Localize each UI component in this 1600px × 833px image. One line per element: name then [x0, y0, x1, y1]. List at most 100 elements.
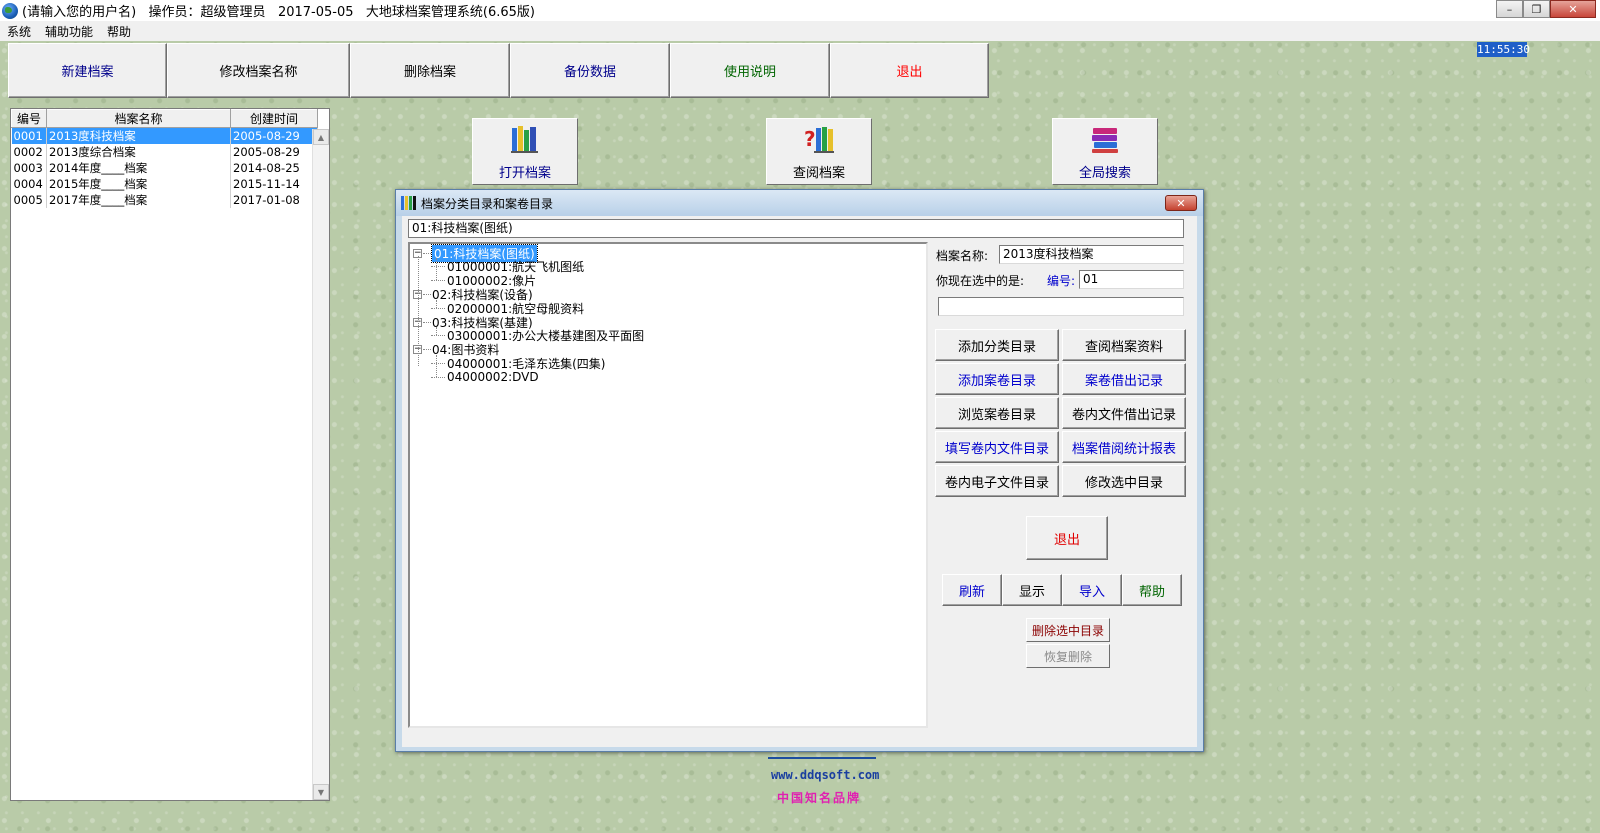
table-cell-id: 0001 [11, 127, 47, 144]
maximize-button[interactable]: ❐ [1523, 0, 1550, 18]
menu-help[interactable]: 帮助 [100, 23, 138, 40]
tree-connector [431, 376, 445, 378]
tree-connector [423, 252, 431, 254]
global-search-button[interactable]: 全局搜索 [1052, 118, 1158, 185]
rename-archive-button[interactable]: 修改档案名称 [167, 43, 350, 98]
electronic-file-catalog-button[interactable]: 卷内电子文件目录 [935, 465, 1059, 497]
tree-guide-line [418, 256, 419, 366]
close-button[interactable]: ✕ [1550, 0, 1596, 18]
path-field[interactable]: 01:科技档案(图纸) [408, 219, 1184, 238]
books-small-icon [401, 196, 417, 210]
file-loan-record-button[interactable]: 卷内文件借出记录 [1062, 397, 1186, 429]
table-cell-date: 2005-08-29 [230, 127, 318, 144]
view-archive-button[interactable]: ? 查阅档案 [766, 118, 872, 185]
archive-list[interactable]: 编号 档案名称 创建时间 0001 2013度科技档案 2005-08-29 0002… [10, 108, 330, 801]
svg-text:?: ? [804, 127, 816, 151]
selected-name-field[interactable] [938, 297, 1184, 316]
tree-guide-line [436, 327, 437, 335]
column-header-id[interactable]: 编号 [11, 109, 47, 128]
dialog-title: 档案分类目录和案卷目录 [421, 196, 554, 211]
tree-connector [431, 266, 445, 268]
window-title: (请输入您的用户名) 操作员：超级管理员 2017-05-05 大地球档案管理系… [22, 5, 535, 20]
table-cell-date: 2017-01-08 [230, 192, 318, 208]
table-cell-date: 2014-08-25 [230, 160, 318, 176]
table-row[interactable]: 0003 2014年度____档案 2014-08-25 [11, 160, 318, 176]
minimize-button[interactable]: – [1496, 0, 1523, 18]
dialog-close-button[interactable]: ✕ [1165, 195, 1197, 211]
table-row[interactable]: 0002 2013度综合档案 2005-08-29 [11, 144, 318, 160]
column-header-name[interactable]: 档案名称 [46, 109, 231, 128]
add-category-button[interactable]: 添加分类目录 [935, 329, 1059, 361]
tree-connector [431, 335, 445, 337]
table-cell-date: 2015-11-14 [230, 176, 318, 192]
exit-button[interactable]: 退出 [830, 43, 989, 98]
help-button[interactable]: 帮助 [1122, 574, 1182, 606]
volume-loan-record-button[interactable]: 案卷借出记录 [1062, 363, 1186, 395]
archive-table: 编号 档案名称 创建时间 0001 2013度科技档案 2005-08-29 0002… [11, 109, 318, 208]
open-archive-button[interactable]: 打开档案 [472, 118, 578, 185]
refresh-button[interactable]: 刷新 [942, 574, 1002, 606]
tree-connector [431, 362, 445, 364]
table-cell-name: 2015年度____档案 [46, 176, 231, 192]
menu-system[interactable]: 系统 [0, 23, 38, 40]
action-button-grid: 添加分类目录 查阅档案资料 添加案卷目录 案卷借出记录 浏览案卷目录 卷内文件借… [935, 329, 1187, 501]
table-row[interactable]: 0005 2017年度____档案 2017-01-08 [11, 192, 318, 208]
table-row[interactable]: 0004 2015年度____档案 2015-11-14 [11, 176, 318, 192]
restore-delete-button[interactable]: 恢复删除 [1026, 644, 1110, 668]
footer-divider [768, 757, 876, 759]
loan-statistics-button[interactable]: 档案借阅统计报表 [1062, 431, 1186, 463]
tree-node-volume[interactable]: 04000002:DVD [431, 370, 539, 384]
tree-guide-line [436, 258, 437, 280]
user-guide-button[interactable]: 使用说明 [670, 43, 830, 98]
stacked-books-icon [1092, 128, 1118, 153]
tree-node-volume[interactable]: 04000001:毛泽东选集(四集) [431, 356, 606, 371]
tree-guide-line [436, 355, 437, 377]
delete-selected-button[interactable]: 删除选中目录 [1026, 618, 1110, 642]
tree-connector [423, 293, 431, 295]
table-header: 编号 档案名称 创建时间 [11, 109, 318, 128]
browse-volume-button[interactable]: 浏览案卷目录 [935, 397, 1059, 429]
category-tree[interactable]: −01:科技档案(图纸) 01000001:航天飞机图纸 01000002:像片 −0… [408, 242, 928, 728]
fill-file-catalog-button[interactable]: 填写卷内文件目录 [935, 431, 1059, 463]
table-cell-id: 0003 [11, 160, 47, 176]
table-cell-id: 0002 [11, 144, 47, 160]
display-button[interactable]: 显示 [1002, 574, 1062, 606]
scroll-up-arrow-icon[interactable]: ▲ [313, 129, 329, 145]
column-header-date[interactable]: 创建时间 [230, 109, 318, 128]
new-archive-button[interactable]: 新建档案 [8, 43, 167, 98]
selected-label: 你现在选中的是: [936, 274, 1025, 288]
delete-archive-button[interactable]: 删除档案 [350, 43, 510, 98]
view-archive-label: 查阅档案 [792, 166, 845, 181]
small-button-row: 刷新 显示 导入 帮助 [942, 574, 1182, 608]
scroll-down-arrow-icon[interactable]: ▼ [313, 784, 329, 800]
dialog-exit-button[interactable]: 退出 [1026, 516, 1108, 560]
tree-connector [423, 321, 431, 323]
menu-tools[interactable]: 辅助功能 [38, 23, 100, 40]
main-toolbar: 新建档案 修改档案名称 删除档案 备份数据 使用说明 退出 [8, 43, 989, 98]
table-cell-name: 2014年度____档案 [46, 160, 231, 176]
footer-url: www.ddqsoft.com [771, 768, 880, 782]
window-controls: – ❐ ✕ [1496, 0, 1596, 18]
add-volume-button[interactable]: 添加案卷目录 [935, 363, 1059, 395]
table-row[interactable]: 0001 2013度科技档案 2005-08-29 [11, 127, 318, 144]
edit-selected-button[interactable]: 修改选中目录 [1062, 465, 1186, 497]
dialog-titlebar: 档案分类目录和案卷目录 [396, 190, 1203, 216]
view-archive-data-button[interactable]: 查阅档案资料 [1062, 329, 1186, 361]
global-search-label: 全局搜索 [1078, 166, 1131, 181]
footer-brand: 中国知名品牌 [777, 791, 862, 805]
archive-name-field[interactable]: 2013度科技档案 [999, 245, 1184, 264]
archive-list-scrollbar[interactable]: ▲ ▼ [312, 129, 329, 800]
table-cell-date: 2005-08-29 [230, 144, 318, 160]
import-button[interactable]: 导入 [1062, 574, 1122, 606]
table-cell-name: 2013度综合档案 [46, 144, 231, 160]
open-archive-label: 打开档案 [498, 166, 551, 181]
globe-app-icon [2, 2, 18, 19]
code-field[interactable]: 01 [1079, 270, 1184, 289]
tree-connector [423, 349, 431, 351]
table-cell-name: 2013度科技档案 [46, 127, 231, 144]
code-label: 编号: [1047, 274, 1076, 288]
tree-guide-line [436, 300, 437, 308]
table-cell-id: 0004 [11, 176, 47, 192]
backup-data-button[interactable]: 备份数据 [510, 43, 670, 98]
table-cell-id: 0005 [11, 192, 47, 208]
